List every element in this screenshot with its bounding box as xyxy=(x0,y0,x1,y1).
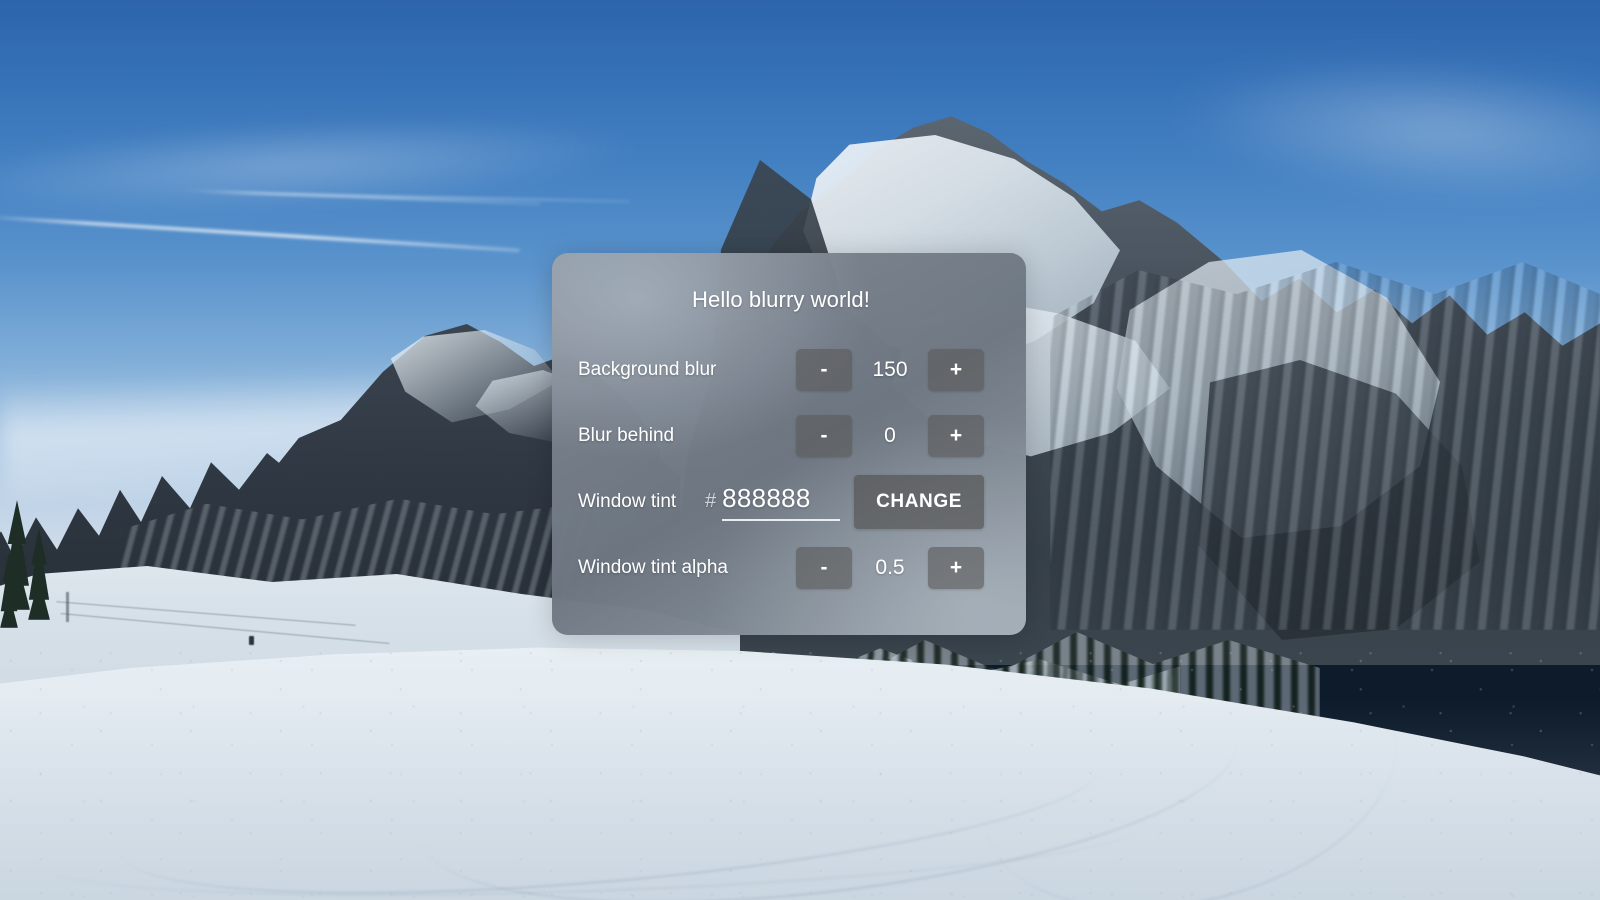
row-label-window-tint: Window tint xyxy=(578,491,677,512)
window-tint-hex-input[interactable] xyxy=(722,483,841,521)
panel-title: Hello blurry world! xyxy=(692,287,870,312)
skier-figure xyxy=(249,636,254,645)
row-window-tint-alpha: Window tint alpha - 0.5 + xyxy=(578,535,984,601)
row-label-window-tint-alpha: Window tint alpha xyxy=(578,557,728,578)
stepper-window-tint-alpha: - 0.5 + xyxy=(796,547,984,589)
background-blur-decrement-button[interactable]: - xyxy=(796,349,852,391)
hash-symbol-icon: # xyxy=(704,490,717,512)
stepper-blur-behind: - 0 + xyxy=(796,415,984,457)
lift-pylon xyxy=(66,592,69,622)
row-label-blur-behind: Blur behind xyxy=(578,425,675,446)
window-tint-alpha-value: 0.5 xyxy=(875,556,905,579)
row-background-blur: Background blur - 150 + xyxy=(578,337,984,403)
change-tint-button[interactable]: CHANGE xyxy=(854,475,984,529)
background-blur-increment-button[interactable]: + xyxy=(928,349,984,391)
background-blur-value: 150 xyxy=(872,358,908,381)
rock-striations xyxy=(1050,262,1600,630)
panel-content: Hello blurry world! Background blur - 15… xyxy=(552,253,1026,635)
window-tint-alpha-increment-button[interactable]: + xyxy=(928,547,984,589)
row-blur-behind: Blur behind - 0 + xyxy=(578,403,984,469)
window-tint-alpha-decrement-button[interactable]: - xyxy=(796,547,852,589)
blur-behind-value: 0 xyxy=(884,424,896,447)
stepper-background-blur: - 150 + xyxy=(796,349,984,391)
row-label-background-blur: Background blur xyxy=(578,359,717,380)
blur-settings-panel: Hello blurry world! Background blur - 15… xyxy=(552,253,1026,635)
blur-behind-decrement-button[interactable]: - xyxy=(796,415,852,457)
screen: Hello blurry world! Background blur - 15… xyxy=(0,0,1600,900)
row-window-tint: Window tint # CHANGE xyxy=(578,469,984,535)
blur-behind-increment-button[interactable]: + xyxy=(928,415,984,457)
window-tint-field: # xyxy=(704,483,841,521)
